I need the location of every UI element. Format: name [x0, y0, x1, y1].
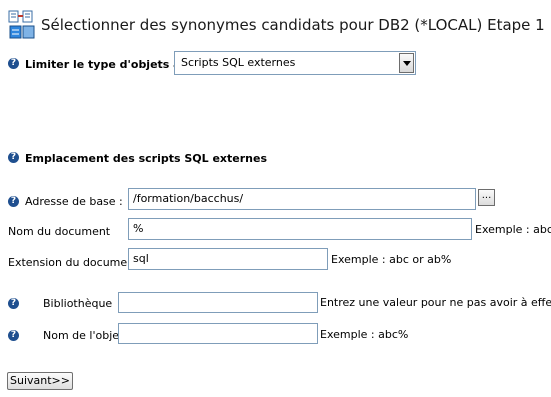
base-address-label: Adresse de base :: [25, 195, 123, 208]
document-name-label: Nom du document: [8, 225, 111, 238]
wizard-logo-icon: [8, 10, 36, 40]
browse-button[interactable]: ...: [478, 189, 495, 206]
document-extension-hint: Exemple : abc or ab%: [331, 253, 452, 266]
object-type-select[interactable]: Scripts SQL externes: [174, 51, 416, 75]
object-name-label: Nom de l'objet: [43, 329, 124, 342]
document-name-hint: Exemple : abc: [475, 223, 551, 236]
help-icon[interactable]: ?: [8, 152, 19, 163]
object-type-label: Limiter le type d'objets à: [25, 58, 181, 71]
next-button[interactable]: Suivant>>: [7, 372, 73, 390]
library-input[interactable]: [118, 292, 318, 313]
chevron-down-icon[interactable]: [399, 53, 414, 73]
document-extension-label: Extension du document: [8, 256, 139, 269]
object-name-hint: Exemple : abc%: [320, 328, 409, 341]
document-name-input[interactable]: %: [128, 218, 472, 240]
document-extension-input[interactable]: sql: [128, 248, 328, 270]
object-type-selected-value: Scripts SQL externes: [181, 56, 296, 69]
library-label: Bibliothèque: [43, 297, 113, 310]
section-title: Emplacement des scripts SQL externes: [25, 152, 267, 165]
object-name-input[interactable]: [118, 323, 318, 344]
base-address-input[interactable]: /formation/bacchus/: [128, 188, 476, 210]
help-icon[interactable]: ?: [8, 58, 19, 69]
help-icon[interactable]: ?: [8, 298, 19, 309]
help-icon[interactable]: ?: [8, 330, 19, 341]
help-icon[interactable]: ?: [8, 196, 19, 207]
page-title: Sélectionner des synonymes candidats pou…: [41, 16, 545, 34]
library-hint: Entrez une valeur pour ne pas avoir à ef…: [320, 296, 551, 309]
